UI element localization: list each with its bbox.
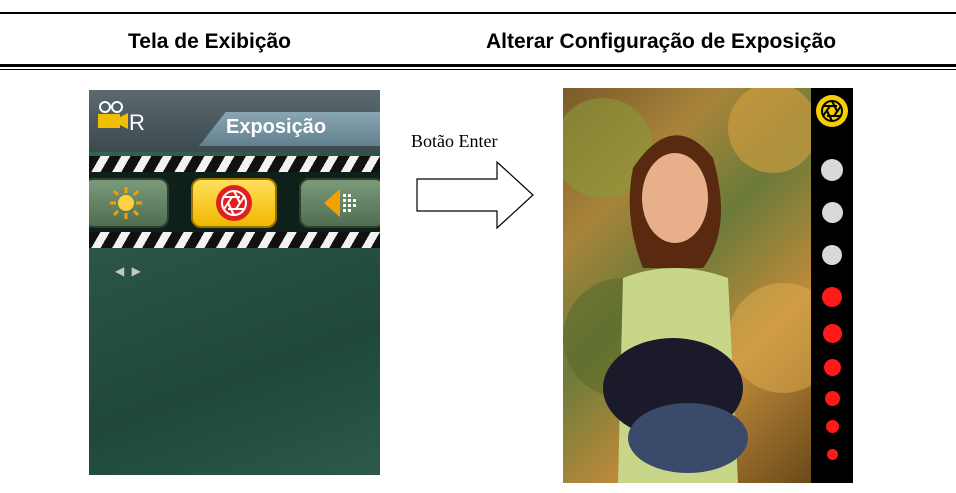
enter-button-label: Botão Enter [411,131,498,151]
video-camera-icon [98,101,128,129]
top-rule [0,12,956,14]
sun-button[interactable] [89,178,169,228]
exposure-level-dot [825,420,839,433]
stripe-bottom [89,232,380,248]
tab-exposure-label: Exposição [226,116,327,138]
column-heading-display-screen: Tela de Exibição [128,30,292,53]
exposure-level-bar [811,88,853,483]
exposure-level-dot [824,391,840,406]
right-arrow-icon [416,160,534,230]
sharpness-icon [324,189,356,217]
stripe-top [89,156,380,172]
photo-illustration [563,88,811,483]
header-rule-thick [0,64,956,67]
exposure-level-dot [823,359,841,376]
sun-icon [110,187,142,219]
preview-photo [563,88,811,483]
exposure-aperture-icon [816,95,848,127]
mode-indicator: R [129,110,145,135]
exposure-level-dot [822,245,842,265]
navigation-arrows: ◀ ▶ [115,264,143,278]
exposure-level-dot [821,202,843,223]
exposure-aperture-icon [216,185,252,221]
exposure-level-dot [822,324,842,343]
column-heading-exposure-setting: Alterar Configuração de Exposição [486,30,837,53]
exposure-level-dot [821,159,843,181]
exposure-button[interactable] [191,178,277,228]
exposure-level-dot [822,287,842,307]
exposure-level-dot [826,449,838,460]
sharpness-button[interactable] [299,178,380,228]
header-rule-thin [0,69,956,70]
display-screen: R Exposição ◀ ▶ [89,90,380,475]
